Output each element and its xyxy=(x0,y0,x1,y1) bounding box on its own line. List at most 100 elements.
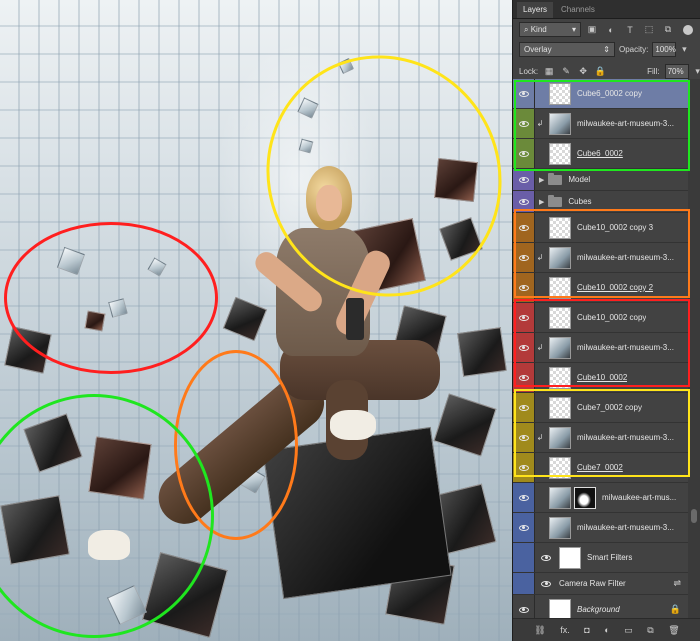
blend-mode-dropdown[interactable]: Overlay ⇕ xyxy=(519,42,615,57)
type-filter-icon[interactable]: T xyxy=(622,22,638,37)
layer-row[interactable]: Cube7_0002 copy xyxy=(513,393,689,423)
layer-row[interactable]: Cube10_0002 copy 2 xyxy=(513,273,689,303)
visibility-toggle[interactable] xyxy=(513,363,535,392)
layers-list: Cube6_0002 copy ↲ milwaukee-art-museum-3… xyxy=(513,79,689,618)
lock-position-icon[interactable]: ✥ xyxy=(577,66,589,78)
figure-gun xyxy=(346,298,364,340)
cube xyxy=(457,327,507,377)
layer-thumbnail xyxy=(549,306,571,329)
layer-name: Cube6_0002 xyxy=(577,149,623,158)
visibility-toggle[interactable] xyxy=(513,243,535,272)
visibility-toggle[interactable] xyxy=(513,423,535,452)
pixel-filter-icon[interactable]: ▣ xyxy=(584,22,600,37)
visibility-toggle[interactable] xyxy=(513,513,535,542)
layer-row[interactable]: Cube6_0002 copy xyxy=(513,79,689,109)
expand-arrow-icon[interactable]: ▶ xyxy=(539,176,544,184)
eye-icon xyxy=(518,224,529,231)
lock-label: Lock: xyxy=(519,67,539,76)
layer-row[interactable]: Cube7_0002 xyxy=(513,453,689,483)
fill-slider-icon[interactable]: ▾ xyxy=(694,64,700,79)
lock-all-icon[interactable]: 🔒 xyxy=(594,66,606,78)
lock-transparent-icon[interactable]: ▦ xyxy=(543,66,555,78)
opacity-slider-icon[interactable]: ▾ xyxy=(680,42,688,57)
layer-row[interactable]: ↲ milwaukee-art-museum-3... xyxy=(513,333,689,363)
layer-name: milwaukee-art-museum-3... xyxy=(577,433,674,442)
visibility-toggle[interactable] xyxy=(513,109,535,138)
layer-row[interactable]: milwaukee-art-mus... xyxy=(513,483,689,513)
smart-filters-row[interactable]: Smart Filters xyxy=(513,543,689,573)
shape-filter-icon[interactable]: ⬚ xyxy=(641,22,657,37)
new-layer-icon[interactable]: ⧉ xyxy=(647,625,653,636)
visibility-toggle[interactable] xyxy=(513,333,535,362)
visibility-toggle[interactable] xyxy=(513,543,535,572)
delete-layer-icon[interactable]: 🗑 xyxy=(668,625,679,636)
fx-icon[interactable]: fx. xyxy=(560,625,570,635)
clipping-arrow-icon: ↲ xyxy=(536,433,544,442)
adjustment-layer-icon[interactable]: ◐ xyxy=(604,625,609,635)
layer-name: Camera Raw Filter xyxy=(559,579,626,588)
new-group-icon[interactable]: ▭ xyxy=(624,625,633,636)
kind-filter-dropdown[interactable]: ⌕ Kind ▾ xyxy=(519,22,581,37)
layer-name: Cube7_0002 copy xyxy=(577,403,642,412)
layer-mask-thumbnail[interactable] xyxy=(574,486,596,509)
smart-object-filter-icon[interactable]: ⧉ xyxy=(660,22,676,37)
opacity-input[interactable]: 100% xyxy=(652,42,677,57)
layers-scrollbar[interactable] xyxy=(688,79,700,618)
fill-input[interactable]: 70% xyxy=(664,64,689,79)
layer-row[interactable]: ↲ milwaukee-art-museum-3... xyxy=(513,109,689,139)
filter-row-item[interactable]: Camera Raw Filter ⇌ xyxy=(513,573,689,595)
layer-thumbnail xyxy=(549,486,571,509)
layer-row[interactable]: milwaukee-art-museum-3... xyxy=(513,513,689,543)
opacity-label: Opacity: xyxy=(619,45,649,54)
layer-name: Model xyxy=(568,175,591,184)
eye-icon[interactable] xyxy=(535,580,555,587)
layer-thumbnail xyxy=(549,336,571,359)
visibility-toggle[interactable] xyxy=(513,303,535,332)
layer-row[interactable]: Cube6_0002 xyxy=(513,139,689,169)
visibility-toggle[interactable] xyxy=(513,483,535,512)
visibility-toggle[interactable] xyxy=(513,273,535,302)
tab-channels[interactable]: Channels xyxy=(555,2,601,18)
expand-arrow-icon[interactable]: ▶ xyxy=(539,198,544,206)
visibility-toggle[interactable] xyxy=(513,393,535,422)
tab-layers[interactable]: Layers xyxy=(517,2,554,18)
layer-row-background[interactable]: Background 🔒 xyxy=(513,595,689,618)
lock-icon[interactable]: 🔒 xyxy=(670,604,681,615)
visibility-toggle[interactable] xyxy=(513,453,535,482)
smart-filter-mask-thumbnail[interactable] xyxy=(559,546,581,569)
chevron-down-icon: ⇕ xyxy=(603,45,610,54)
layer-row[interactable]: Cube10_0002 copy 3 xyxy=(513,213,689,243)
visibility-toggle[interactable] xyxy=(513,213,535,242)
eye-icon[interactable] xyxy=(535,554,555,561)
visibility-toggle[interactable] xyxy=(513,79,535,108)
layer-thumbnail xyxy=(549,112,571,135)
link-layers-icon[interactable]: ⛓ xyxy=(534,625,545,636)
filter-options-icon[interactable]: ⇌ xyxy=(673,578,681,589)
layer-thumbnail xyxy=(549,456,571,479)
layer-row[interactable]: Cube10_0002 copy xyxy=(513,303,689,333)
layer-thumbnail xyxy=(549,276,571,299)
layer-thumbnail xyxy=(549,366,571,389)
layer-row[interactable]: ↲ milwaukee-art-museum-3... xyxy=(513,423,689,453)
folder-icon xyxy=(548,172,563,185)
layer-name: milwaukee-art-mus... xyxy=(602,493,677,502)
layer-row[interactable]: Cube10_0002 xyxy=(513,363,689,393)
scrollbar-thumb[interactable] xyxy=(691,509,697,523)
filter-toggle[interactable] xyxy=(683,24,693,35)
adjustment-filter-icon[interactable]: ◐ xyxy=(603,22,619,37)
visibility-toggle[interactable] xyxy=(513,139,535,168)
add-mask-icon[interactable]: ◘ xyxy=(584,625,589,635)
visibility-toggle[interactable] xyxy=(513,169,535,190)
document-canvas[interactable] xyxy=(0,0,512,641)
layer-row[interactable]: ↲ milwaukee-art-museum-3... xyxy=(513,243,689,273)
layers-panel: Layers Channels ⌕ Kind ▾ ▣ ◐ T ⬚ ⧉ Overl… xyxy=(512,0,700,641)
layer-group-row[interactable]: ▶ Cubes xyxy=(513,191,689,213)
visibility-toggle[interactable] xyxy=(513,191,535,212)
layer-name: milwaukee-art-museum-3... xyxy=(577,253,674,262)
layer-name: Cubes xyxy=(568,197,592,206)
layers-bottom-toolbar: ⛓ fx. ◘ ◐ ▭ ⧉ 🗑 xyxy=(513,618,700,641)
lock-image-icon[interactable]: ✎ xyxy=(560,66,572,78)
visibility-toggle[interactable] xyxy=(513,573,535,594)
layer-group-row[interactable]: ▶ Model xyxy=(513,169,689,191)
visibility-toggle[interactable] xyxy=(513,595,535,618)
